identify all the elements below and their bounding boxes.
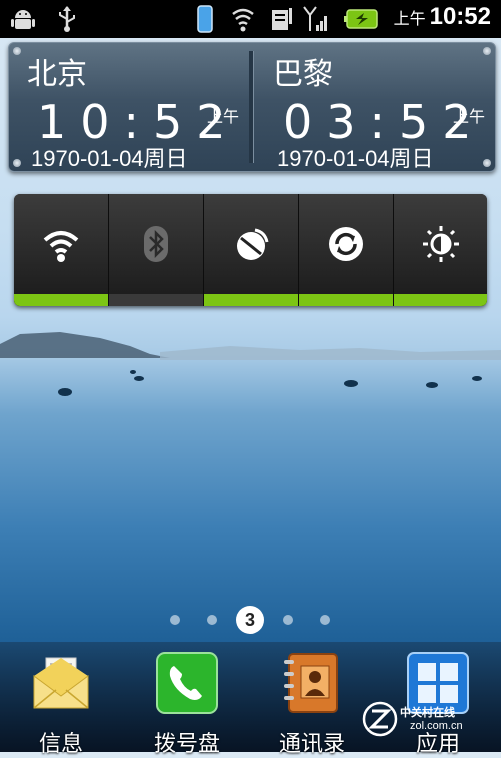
sim-icon — [268, 5, 294, 33]
page-indicator: 3 — [0, 606, 501, 634]
phone-icon — [194, 5, 216, 33]
app-contacts[interactable]: 通讯录 — [257, 648, 367, 757]
clock-date: 1970-01-04周日 — [277, 146, 434, 171]
usb-icon — [52, 5, 82, 33]
messages-envelope-icon — [33, 657, 89, 709]
wifi-icon — [230, 5, 256, 33]
sync-status-bar — [299, 294, 393, 306]
clock-beijing[interactable]: 北京 10:52 上午 1970-01-04周日 — [9, 43, 249, 171]
zol-logo-icon — [362, 701, 398, 737]
gps-satellite-icon — [237, 228, 269, 260]
page-dot[interactable] — [320, 615, 330, 625]
wifi-icon — [43, 231, 79, 262]
gps-status-bar — [204, 294, 298, 306]
app-dialer[interactable]: 拨号盘 — [132, 648, 242, 757]
status-ampm: 上午 — [393, 11, 426, 28]
dual-clock-widget[interactable]: 北京 10:52 上午 1970-01-04周日 巴黎 03:52 上午 197… — [8, 42, 496, 172]
page-dot[interactable] — [170, 615, 180, 625]
brightness-toggle-button[interactable] — [394, 194, 487, 306]
contacts-book-icon — [284, 653, 338, 713]
wallpaper-mountains — [0, 332, 501, 360]
status-clock: 上午 10:52 — [394, 3, 491, 31]
zol-watermark: 中关村在线 zol.com.cn — [362, 700, 501, 750]
bluetooth-icon — [144, 226, 168, 262]
battery-icon — [344, 5, 380, 33]
clock-date: 1970-01-04周日 — [31, 146, 188, 171]
clock-ampm: 上午 — [207, 107, 240, 126]
gps-toggle-button[interactable] — [204, 194, 299, 306]
clock-divider — [249, 51, 253, 163]
status-bar: 上午 10:52 — [0, 0, 501, 38]
watermark-line2: zol.com.cn — [410, 720, 463, 732]
page-dot[interactable] — [207, 615, 217, 625]
sync-toggle-button[interactable] — [299, 194, 394, 306]
page-dot[interactable] — [283, 615, 293, 625]
signal-icon — [302, 5, 330, 33]
clock-ampm: 上午 — [453, 107, 486, 126]
app-messages[interactable]: 信息 — [6, 648, 116, 757]
wifi-status-bar — [14, 294, 108, 306]
status-time: 10:52 — [429, 3, 491, 30]
phone-dialer-icon — [156, 652, 218, 714]
bluetooth-toggle-button[interactable] — [109, 194, 204, 306]
brightness-status-bar — [394, 294, 487, 306]
android-icon — [8, 5, 38, 33]
power-control-widget — [14, 194, 487, 306]
brightness-icon — [423, 226, 459, 262]
app-label: 信息 — [38, 732, 83, 757]
bluetooth-status-bar — [109, 294, 203, 306]
sync-icon — [329, 227, 363, 261]
app-label: 通讯录 — [278, 732, 345, 757]
city-name: 巴黎 — [273, 57, 333, 92]
current-page-indicator: 3 — [236, 606, 264, 634]
clock-paris[interactable]: 巴黎 03:52 上午 1970-01-04周日 — [255, 43, 495, 171]
city-name: 北京 — [27, 57, 87, 92]
wifi-toggle-button[interactable] — [14, 194, 109, 306]
watermark-line1: 中关村在线 — [400, 706, 455, 719]
app-label: 拨号盘 — [153, 732, 220, 757]
